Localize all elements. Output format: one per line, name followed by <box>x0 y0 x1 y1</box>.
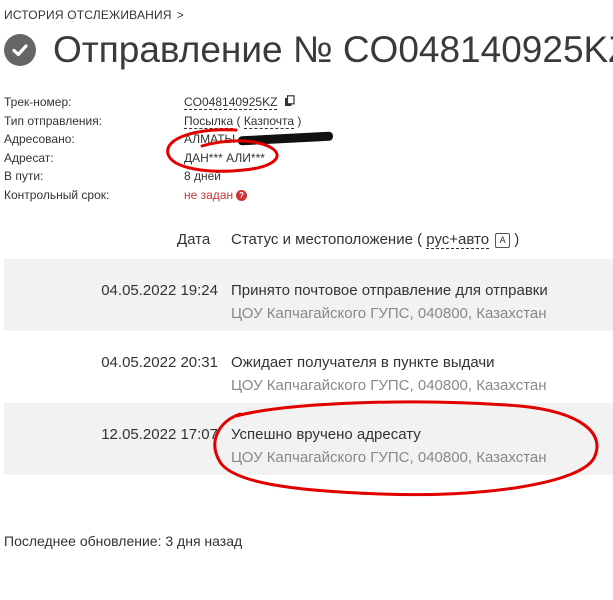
table-row: 12.05.2022 17:07 Успешно вручено адресат… <box>4 403 613 475</box>
table-header: Дата Статус и местоположение ( рус+авто A… <box>0 230 613 252</box>
column-status: Статус и местоположение ( рус+авто A ) <box>231 231 520 249</box>
type-value[interactable]: Посылка <box>184 113 234 129</box>
language-mode-toggle[interactable]: рус+авто <box>426 231 490 249</box>
redaction-scribble <box>238 131 334 146</box>
table-row: 04.05.2022 19:24 Принято почтовое отправ… <box>4 259 613 331</box>
tracking-events: 04.05.2022 19:24 Принято почтовое отправ… <box>4 259 613 475</box>
track-number[interactable]: CO048140925KZ <box>184 95 278 110</box>
breadcrumb-label[interactable]: ИСТОРИЯ ОТСЛЕЖИВАНИЯ <box>4 8 172 22</box>
event-location: ЦОУ Капчагайского ГУПС, 040800, Казахста… <box>231 449 547 466</box>
event-date: 12.05.2022 17:07 <box>101 426 218 443</box>
chevron-right-icon: > <box>176 8 184 22</box>
addressed-label: Адресовано: <box>4 132 75 147</box>
translate-icon[interactable]: A <box>495 233 511 248</box>
event-status: Успешно вручено адресату <box>231 426 421 443</box>
addressed-value: АЛМАТЫ <box>184 132 236 147</box>
track-label: Трек-номер: <box>4 95 72 109</box>
column-date: Дата <box>177 231 211 248</box>
copy-icon[interactable] <box>284 94 295 113</box>
carrier-link[interactable]: Казпочта <box>243 113 295 129</box>
help-icon[interactable]: ? <box>236 189 248 201</box>
page-header: Отправление № CO048140925KZ <box>4 30 613 70</box>
event-status: Принято почтовое отправление для отправк… <box>231 282 548 299</box>
check-circle-icon <box>4 34 36 66</box>
event-date: 04.05.2022 20:31 <box>101 354 218 371</box>
event-location: ЦОУ Капчагайского ГУПС, 040800, Казахста… <box>231 305 547 322</box>
event-status: Ожидает получателя в пункте выдачи <box>231 354 495 371</box>
deadline-label: Контрольный срок: <box>4 187 110 202</box>
deadline-value: не задан <box>184 187 234 202</box>
breadcrumb[interactable]: ИСТОРИЯ ОТСЛЕЖИВАНИЯ > <box>4 8 184 22</box>
transit-label: В пути: <box>4 169 44 184</box>
table-row: 04.05.2022 20:31 Ожидает получателя в пу… <box>4 331 613 403</box>
event-date: 04.05.2022 19:24 <box>101 282 218 299</box>
recipient-value: ДАН*** АЛИ*** <box>184 150 265 165</box>
page-title: Отправление № CO048140925KZ <box>53 29 613 70</box>
last-update-text: Последнее обновление: 3 дня назад <box>4 533 243 549</box>
event-location: ЦОУ Капчагайского ГУПС, 040800, Казахста… <box>231 377 547 394</box>
recipient-label: Адресат: <box>4 150 54 165</box>
type-label: Тип отправления: <box>4 113 103 128</box>
transit-value: 8 дней <box>184 169 222 184</box>
